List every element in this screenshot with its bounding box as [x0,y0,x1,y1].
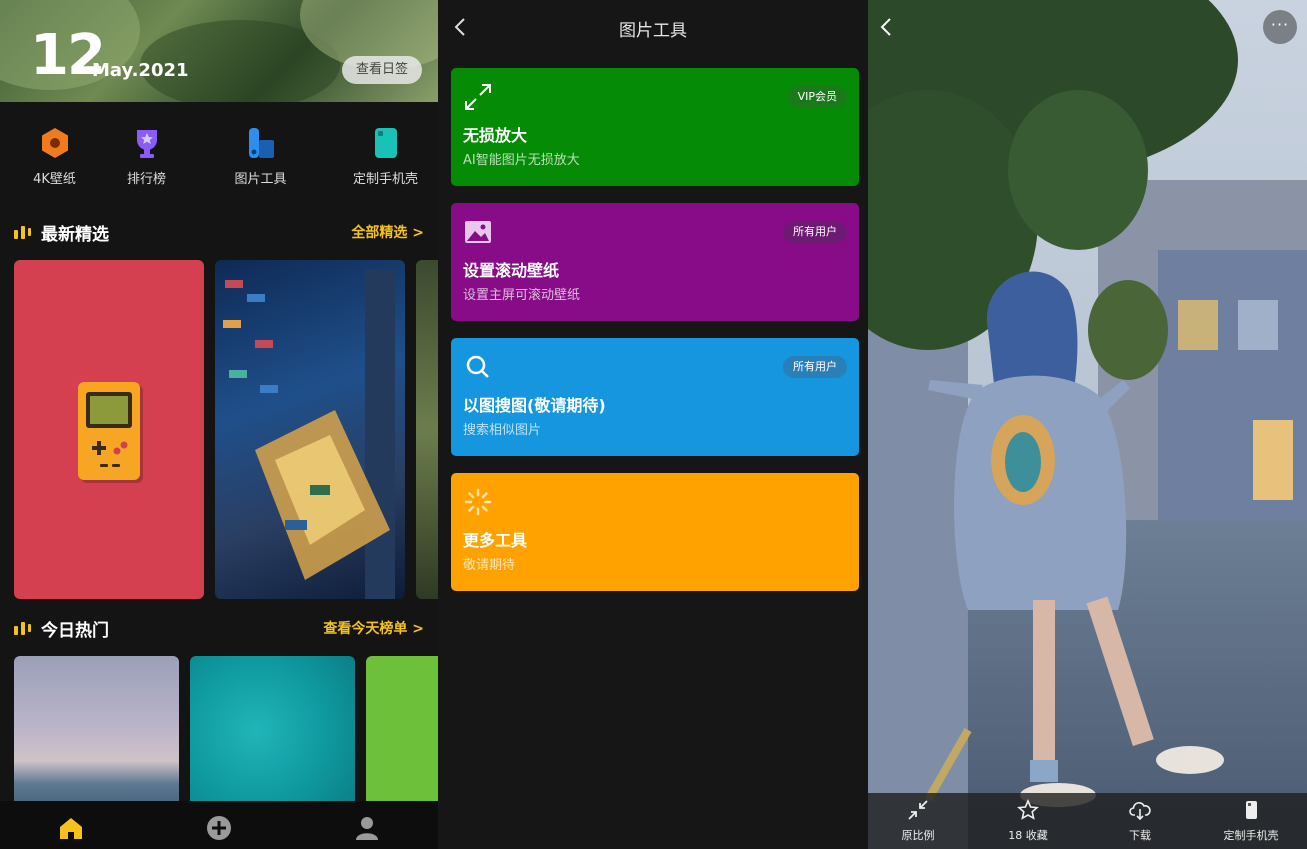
tool-badge: 所有用户 [783,356,847,378]
user-icon[interactable] [354,815,380,841]
wallpaper-viewer-screen: ··· 原比例 18 收藏 下载 定制手机壳 [868,0,1307,849]
star-icon [1017,799,1039,820]
phone-icon [1246,801,1257,819]
image-icon [465,221,491,243]
phone-case-icon [374,128,397,158]
cloud-download-icon [1129,802,1151,821]
wallpaper-card-ocean[interactable] [190,656,355,806]
section-bars-icon [14,622,31,635]
action-label: 下载 [1129,829,1151,842]
wallpaper-card-seascape[interactable] [14,656,179,806]
wallpaper-card-partial[interactable] [416,260,438,599]
quick-entry-ranking[interactable]: 排行榜 [92,120,201,187]
shrink-arrows-icon [908,800,928,820]
tool-card-lossless-upscale[interactable]: VIP会员 无损放大 AI智能图片无损放大 [451,68,859,186]
tool-badge: 所有用户 [783,221,847,243]
home-icon[interactable] [58,815,84,841]
tool-subtitle: 搜索相似图片 [463,423,542,438]
tool-card-image-search[interactable]: 所有用户 以图搜图(敬请期待) 搜索相似图片 [451,338,859,456]
daily-banner[interactable]: 12 May.2021 查看日签 [0,0,438,102]
view-all-latest-link[interactable]: 全部精选 > [351,222,424,242]
hexagon-flower-icon [41,128,68,158]
custom-phone-case-button[interactable]: 定制手机壳 [1201,799,1301,843]
section-title: 今日热门 [41,621,109,641]
page-title: 图片工具 [619,21,687,41]
tool-card-scroll-wallpaper[interactable]: 所有用户 设置滚动壁纸 设置主屏可滚动壁纸 [451,203,859,321]
swatch-tools-icon [248,128,274,158]
quick-entry-label: 定制手机壳 [352,172,418,187]
tool-badge: VIP会员 [787,86,847,108]
viewer-action-bar: 原比例 18 收藏 下载 定制手机壳 [868,793,1307,849]
image-tools-screen: 图片工具 VIP会员 无损放大 AI智能图片无损放大 所有用户 设置滚动壁纸 设… [438,0,868,849]
tool-subtitle: 设置主屏可滚动壁纸 [463,288,581,303]
date-month: May.2021 [92,60,189,81]
tool-title: 更多工具 [463,531,528,550]
wallpaper-card-green[interactable] [366,656,438,806]
favorite-button[interactable]: 18 收藏 [978,799,1078,843]
section-hot-header: 今日热门 查看今天榜单 > [14,616,424,641]
gameboy-illustration [78,382,143,483]
tool-title: 以图搜图(敬请期待) [463,396,606,415]
tool-card-more-tools[interactable]: 更多工具 敬请期待 [451,473,859,591]
download-button[interactable]: 下载 [1090,799,1190,843]
expand-arrows-icon [465,84,491,110]
original-ratio-button[interactable]: 原比例 [868,799,968,843]
more-options-button[interactable]: ··· [1263,10,1297,44]
plus-circle-icon[interactable] [206,815,232,841]
tool-subtitle: 敬请期待 [463,558,516,573]
loading-spinner-icon [464,488,492,516]
container-port-image [223,270,395,599]
tool-title: 设置滚动壁纸 [463,261,560,280]
trophy-icon [136,130,157,158]
home-screen: 12 May.2021 查看日签 4K壁纸 排行榜 图片工具 定制手机壳 最新精… [0,0,438,849]
section-title: 最新精选 [41,225,109,245]
back-icon[interactable] [876,16,898,38]
quick-entry-image-tools[interactable]: 图片工具 [206,120,315,187]
action-label: 18 收藏 [1008,829,1048,842]
action-label: 原比例 [901,829,935,842]
wallpaper-card-container-port[interactable] [215,260,405,599]
view-daily-sign-button[interactable]: 查看日签 [342,56,422,84]
bottom-navigation [0,801,438,849]
tool-title: 无损放大 [463,126,528,145]
quick-entry-phone-case[interactable]: 定制手机壳 [331,120,438,187]
section-latest-header: 最新精选 全部精选 > [14,220,424,245]
quick-entry-label: 图片工具 [234,172,287,187]
tool-subtitle: AI智能图片无损放大 [463,153,580,168]
search-icon [466,355,489,378]
action-label: 定制手机壳 [1223,829,1279,842]
wallpaper-card-gameboy[interactable] [14,260,204,599]
view-today-ranking-link[interactable]: 查看今天榜单 > [323,618,424,638]
wallpaper-photo [868,0,1307,849]
section-bars-icon [14,226,31,239]
quick-entry-label: 排行榜 [126,172,166,187]
